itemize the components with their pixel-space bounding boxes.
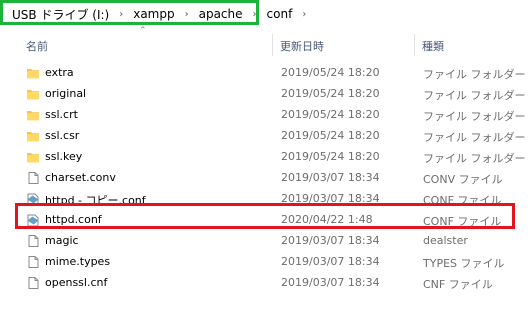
breadcrumb-item-conf[interactable]: conf <box>265 7 295 21</box>
file-row[interactable]: ssl.key 2019/05/24 18:20 ファイル フォルダー <box>0 147 530 168</box>
file-name: ssl.csr <box>45 129 80 142</box>
column-divider[interactable] <box>272 34 273 56</box>
file-modified-date: 2019/05/24 18:20 <box>281 129 380 142</box>
file-row[interactable]: mime.types 2019/03/07 18:34 TYPES ファイル <box>0 252 530 273</box>
file-icon <box>26 255 40 269</box>
green-highlight-annotation <box>0 0 259 25</box>
file-icon <box>26 171 40 185</box>
file-name: magic <box>45 234 79 247</box>
file-row[interactable]: openssl.cnf 2019/03/07 18:34 CNF ファイル <box>0 273 530 294</box>
file-modified-date: 2019/05/24 18:20 <box>281 150 380 163</box>
file-row[interactable]: charset.conv 2019/03/07 18:34 CONV ファイル <box>0 168 530 189</box>
file-modified-date: 2019/03/07 18:34 <box>281 255 380 268</box>
column-header-date[interactable]: 更新日時 <box>280 38 324 54</box>
file-name: charset.conv <box>45 171 116 184</box>
file-list: extra 2019/05/24 18:20 ファイル フォルダー original 2… <box>0 63 530 294</box>
column-divider[interactable] <box>414 34 415 56</box>
folder-icon <box>26 129 40 143</box>
file-type: ファイル フォルダー <box>423 110 526 123</box>
file-type: dealster <box>423 234 468 247</box>
file-name: openssl.cnf <box>45 276 108 289</box>
file-row[interactable]: extra 2019/05/24 18:20 ファイル フォルダー <box>0 63 530 84</box>
file-type: ファイル フォルダー <box>423 89 526 102</box>
file-modified-date: 2019/05/24 18:20 <box>281 108 380 121</box>
file-name: extra <box>45 66 74 79</box>
file-modified-date: 2019/03/07 18:34 <box>281 234 380 247</box>
folder-icon <box>26 87 40 101</box>
file-type: CONV ファイル <box>423 173 503 186</box>
file-modified-date: 2019/05/24 18:20 <box>281 87 380 100</box>
file-modified-date: 2019/03/07 18:34 <box>281 171 380 184</box>
file-icon <box>26 276 40 290</box>
column-header-row: 名前 更新日時 種類 <box>0 34 530 56</box>
file-type: TYPES ファイル <box>423 257 505 270</box>
file-modified-date: 2019/05/24 18:20 <box>281 66 380 79</box>
column-header-type[interactable]: 種類 <box>422 38 444 54</box>
file-row[interactable]: original 2019/05/24 18:20 ファイル フォルダー <box>0 84 530 105</box>
file-name: mime.types <box>45 255 111 268</box>
folder-icon <box>26 150 40 164</box>
breadcrumb-separator-icon[interactable]: › <box>302 9 306 20</box>
column-header-name[interactable]: 名前 <box>26 38 48 54</box>
file-type: ファイル フォルダー <box>423 68 526 81</box>
file-row[interactable]: ssl.crt 2019/05/24 18:20 ファイル フォルダー <box>0 105 530 126</box>
address-bar[interactable]: USB ドライブ (I:) › xampp › apache › conf › <box>0 0 530 28</box>
file-type: CNF ファイル <box>423 278 493 291</box>
file-modified-date: 2019/03/07 18:34 <box>281 276 380 289</box>
folder-icon <box>26 66 40 80</box>
folder-icon <box>26 108 40 122</box>
file-name: original <box>45 87 87 100</box>
file-row[interactable]: ssl.csr 2019/05/24 18:20 ファイル フォルダー <box>0 126 530 147</box>
file-icon <box>26 234 40 248</box>
file-row[interactable]: magic 2019/03/07 18:34 dealster <box>0 231 530 252</box>
file-type: ファイル フォルダー <box>423 131 526 144</box>
file-name: ssl.crt <box>45 108 78 121</box>
file-type: ファイル フォルダー <box>423 152 526 165</box>
red-highlight-annotation <box>15 203 515 229</box>
file-name: ssl.key <box>45 150 83 163</box>
